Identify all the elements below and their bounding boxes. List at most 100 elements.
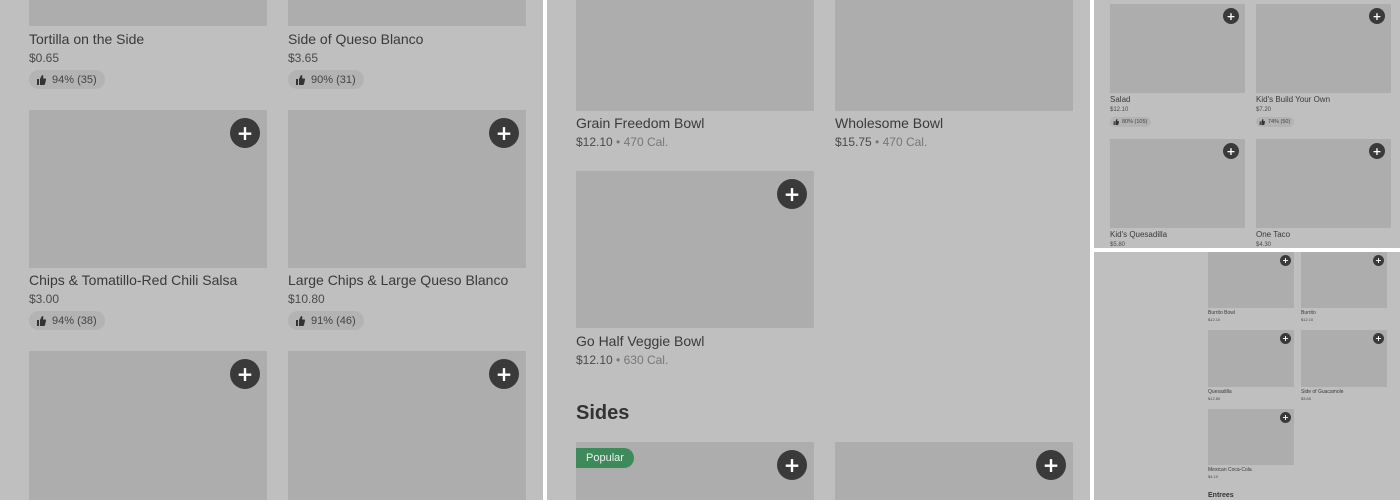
section-heading-entrees: Entrees: [1208, 492, 1234, 499]
add-item-button[interactable]: +: [777, 450, 807, 480]
thumbs-up-icon: [37, 74, 46, 85]
thumbs-up-icon: [37, 315, 46, 326]
item-name: Side of Queso Blanco: [288, 31, 424, 47]
menu-item-card[interactable]: Tortilla on the Side $0.65 94% (35): [29, 0, 267, 95]
rating-text: 90% (31): [311, 73, 356, 86]
add-item-button[interactable]: +: [1373, 255, 1384, 266]
menu-item-card[interactable]: + Quesadilla $12.80: [1208, 330, 1294, 402]
calories: 470 Cal.: [623, 135, 669, 149]
rating-badge: 94% (38): [29, 311, 105, 330]
item-name: Chips & Tomatillo-Red Chili Salsa: [29, 272, 238, 288]
item-price: $12.10 • 630 Cal.: [576, 353, 668, 367]
item-price: $0.65: [29, 51, 60, 65]
menu-item-card[interactable]: + Burrito Bowl $12.10: [1208, 252, 1294, 324]
item-price: $5.80: [1110, 242, 1126, 248]
add-item-button[interactable]: +: [489, 118, 519, 148]
plus-icon: +: [236, 121, 254, 145]
menu-item-card[interactable]: + Side of Guacamole $3.65: [1301, 330, 1387, 402]
add-item-button[interactable]: +: [489, 359, 519, 389]
plus-icon: +: [783, 453, 801, 477]
item-price: $12.10: [1208, 317, 1221, 322]
menu-item-card[interactable]: + Kid's Build Your Own $7.20 74% (50): [1256, 4, 1391, 130]
item-name: One Taco: [1256, 230, 1291, 239]
item-price: $4.30: [1256, 242, 1272, 248]
plus-icon: +: [1375, 333, 1382, 343]
plus-icon: +: [783, 182, 801, 206]
item-name: Salad: [1110, 95, 1131, 104]
menu-item-card[interactable]: + Burrito $12.10: [1301, 252, 1387, 324]
item-price: $15.75 • 470 Cal.: [835, 135, 927, 149]
item-name: Burrito: [1301, 310, 1316, 316]
menu-item-card[interactable]: + Go Half Veggie Bowl $12.10 • 630 Cal.: [576, 171, 814, 371]
sides-panel: Tortilla on the Side $0.65 94% (35) Side…: [0, 0, 543, 500]
plus-icon: +: [1372, 9, 1382, 23]
price-value: $12.10: [576, 135, 613, 149]
item-price: $12.10 • 470 Cal.: [576, 135, 668, 149]
menu-item-card[interactable]: Grain Freedom Bowl $12.10 • 470 Cal.: [576, 0, 814, 152]
entrees-panel: + Burrito Bowl $12.10 + Burrito $12.10 +…: [1094, 252, 1400, 500]
menu-item-card[interactable]: + Kid's Quesadilla $5.80: [1110, 139, 1245, 248]
plus-icon: +: [1375, 255, 1382, 265]
plus-icon: +: [1042, 453, 1060, 477]
menu-item-card[interactable]: +: [29, 351, 267, 500]
plus-icon: +: [1226, 144, 1236, 158]
rating-badge: 90% (31): [288, 70, 364, 89]
add-item-button[interactable]: +: [1280, 333, 1291, 344]
menu-item-card[interactable]: Popular +: [576, 442, 814, 500]
plus-icon: +: [1226, 9, 1236, 23]
thumbs-up-icon: [296, 315, 305, 326]
menu-item-card[interactable]: Wholesome Bowl $15.75 • 470 Cal.: [835, 0, 1073, 152]
kids-panel: + Salad $12.10 80% (105) + Kid's Build Y…: [1094, 0, 1400, 248]
item-name: Go Half Veggie Bowl: [576, 333, 705, 349]
add-item-button[interactable]: +: [1036, 450, 1066, 480]
add-item-button[interactable]: +: [1369, 143, 1385, 159]
item-name: Quesadilla: [1208, 389, 1232, 395]
menu-item-card[interactable]: + Mexican Coca-Cola $4.10: [1208, 409, 1294, 481]
plus-icon: +: [1282, 412, 1289, 422]
add-item-button[interactable]: +: [777, 179, 807, 209]
add-item-button[interactable]: +: [1369, 8, 1385, 24]
item-price: $12.10: [1110, 107, 1129, 113]
rating-badge: 91% (46): [288, 311, 364, 330]
add-item-button[interactable]: +: [1280, 255, 1291, 266]
item-name: Side of Guacamole: [1301, 389, 1344, 395]
separator: •: [875, 135, 880, 149]
item-name: Grain Freedom Bowl: [576, 115, 705, 131]
add-item-button[interactable]: +: [230, 118, 260, 148]
popular-badge: Popular: [576, 448, 634, 468]
item-image: [835, 0, 1073, 111]
add-item-button[interactable]: +: [1280, 412, 1291, 423]
item-name: Kid's Quesadilla: [1110, 230, 1168, 239]
item-price: $3.00: [29, 292, 60, 306]
menu-item-card[interactable]: +: [288, 351, 526, 500]
calories: 470 Cal.: [882, 135, 928, 149]
plus-icon: +: [495, 362, 513, 386]
item-price: $12.10: [1301, 317, 1314, 322]
item-image: [288, 0, 526, 26]
rating-text: 94% (35): [52, 73, 97, 86]
add-item-button[interactable]: +: [1223, 143, 1239, 159]
item-name: Kid's Build Your Own: [1256, 95, 1331, 104]
item-price: $7.20: [1256, 107, 1272, 113]
menu-item-card[interactable]: + Salad $12.10 80% (105): [1110, 4, 1245, 130]
menu-item-card[interactable]: + Chips & Tomatillo-Red Chili Salsa $3.0…: [29, 110, 267, 335]
item-image: [576, 0, 814, 111]
menu-item-card[interactable]: + Large Chips & Large Queso Blanco $10.8…: [288, 110, 526, 335]
plus-icon: +: [1282, 333, 1289, 343]
add-item-button[interactable]: +: [230, 359, 260, 389]
add-item-button[interactable]: +: [1223, 8, 1239, 24]
rating-badge: 94% (35): [29, 70, 105, 89]
item-image: [29, 0, 267, 26]
menu-item-card[interactable]: +: [835, 442, 1073, 500]
menu-item-card[interactable]: + One Taco $4.30: [1256, 139, 1391, 248]
item-name: Burrito Bowl: [1208, 310, 1235, 316]
calories: 630 Cal.: [623, 353, 669, 367]
item-name: Wholesome Bowl: [835, 115, 944, 131]
item-price: $4.10: [1208, 474, 1219, 479]
add-item-button[interactable]: +: [1373, 333, 1384, 344]
plus-icon: +: [236, 362, 254, 386]
rating-text: 80% (105): [1122, 119, 1148, 125]
item-price: $10.80: [288, 292, 325, 306]
bowls-panel: Grain Freedom Bowl $12.10 • 470 Cal. Who…: [547, 0, 1090, 500]
menu-item-card[interactable]: Side of Queso Blanco $3.65 90% (31): [288, 0, 526, 95]
